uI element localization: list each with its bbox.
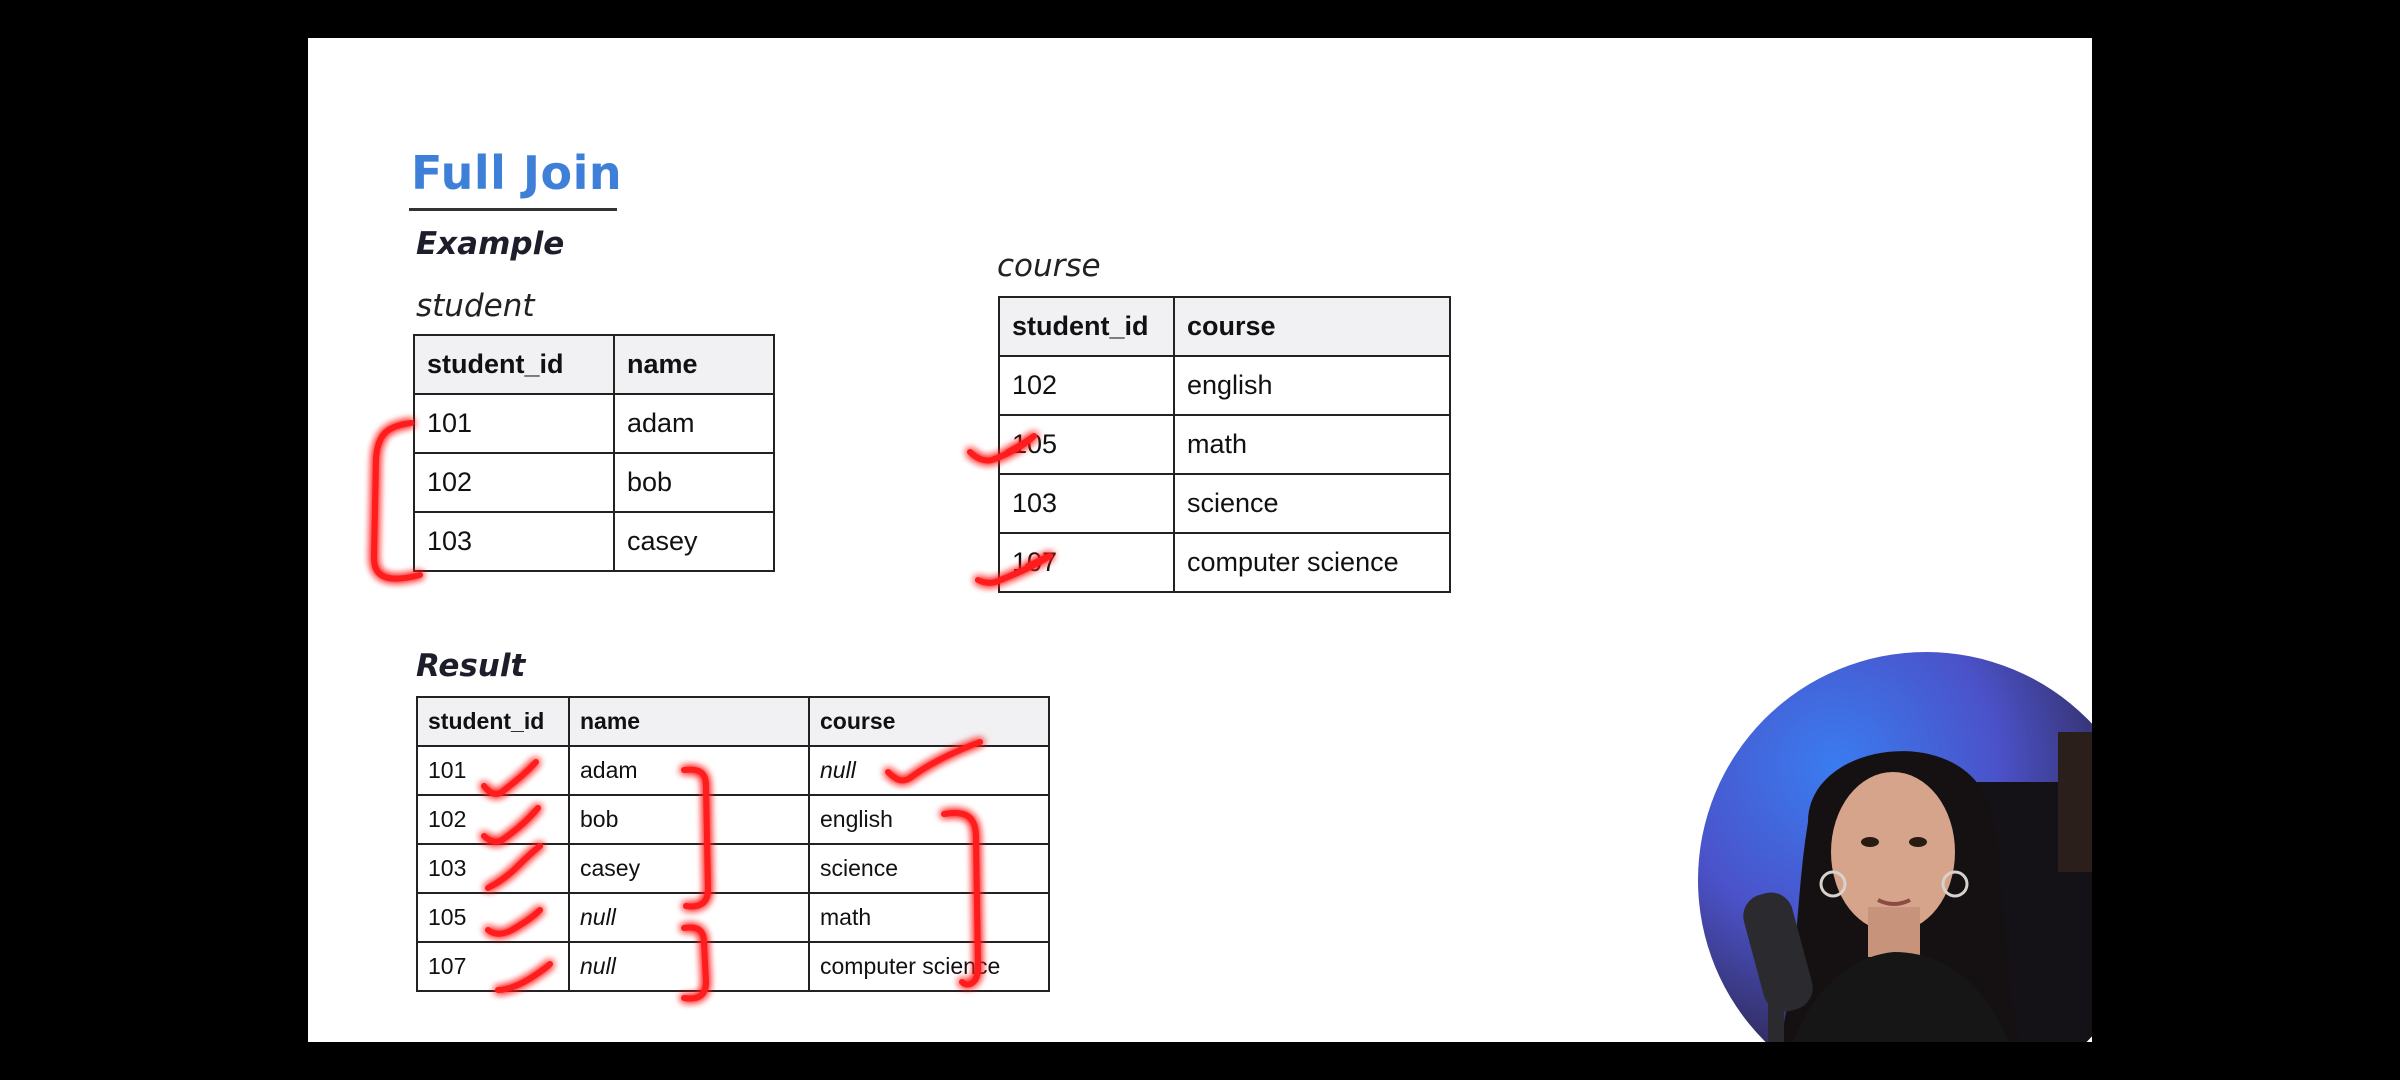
cell-name: bob [568, 794, 810, 845]
cell-name-null: null [568, 941, 810, 992]
cell-student-id: 103 [413, 511, 615, 572]
cell-name: casey [613, 511, 775, 572]
student-table-label: student [416, 288, 535, 324]
cell-course: computer science [808, 941, 1050, 992]
column-header: name [613, 334, 775, 395]
table-row: 105 math [998, 414, 1451, 475]
cell-course: english [808, 794, 1050, 845]
cell-student-id: 102 [416, 794, 570, 845]
table-row: 107 null computer science [416, 941, 1050, 992]
table-row: 101 adam null [416, 745, 1050, 796]
column-header: name [568, 696, 810, 747]
slide-canvas: Full Join Example student course Result … [308, 38, 2092, 1042]
presenter-illustration [1743, 732, 2092, 1042]
table-row: 101 adam [413, 393, 775, 454]
column-header: course [1173, 296, 1451, 357]
table-row: 102 english [998, 355, 1451, 416]
slide-title: Full Join [411, 146, 623, 200]
table-row: 103 casey [413, 511, 775, 572]
result-label: Result [416, 648, 526, 684]
table-row: 107 computer science [998, 532, 1451, 593]
column-header: student_id [416, 696, 570, 747]
cell-name: adam [568, 745, 810, 796]
cell-course: english [1173, 355, 1451, 416]
course-table: student_id course 102 english 105 math 1… [998, 296, 1451, 593]
column-header: student_id [413, 334, 615, 395]
cell-student-id: 107 [998, 532, 1175, 593]
cell-name-null: null [568, 892, 810, 943]
cell-course: math [808, 892, 1050, 943]
cell-course: science [808, 843, 1050, 894]
cell-course: math [1173, 414, 1451, 475]
table-row: 102 bob [413, 452, 775, 513]
cell-course-null: null [808, 745, 1050, 796]
cell-student-id: 102 [413, 452, 615, 513]
cell-student-id: 105 [998, 414, 1175, 475]
cell-student-id: 107 [416, 941, 570, 992]
result-table: student_id name course 101 adam null 102… [416, 696, 1050, 992]
cell-student-id: 101 [413, 393, 615, 454]
cell-student-id: 103 [416, 843, 570, 894]
table-header-row: student_id course [998, 296, 1451, 357]
table-row: 103 casey science [416, 843, 1050, 894]
student-table: student_id name 101 adam 102 bob 103 cas… [413, 334, 775, 572]
column-header: student_id [998, 296, 1175, 357]
cell-student-id: 102 [998, 355, 1175, 416]
cell-student-id: 103 [998, 473, 1175, 534]
table-row: 103 science [998, 473, 1451, 534]
example-label: Example [416, 226, 565, 262]
cell-course: computer science [1173, 532, 1451, 593]
table-row: 105 null math [416, 892, 1050, 943]
table-header-row: student_id name [413, 334, 775, 395]
presenter-webcam [1698, 652, 2092, 1042]
cell-course: science [1173, 473, 1451, 534]
table-row: 102 bob english [416, 794, 1050, 845]
cell-student-id: 101 [416, 745, 570, 796]
course-table-label: course [997, 248, 1101, 284]
table-header-row: student_id name course [416, 696, 1050, 747]
cell-name: casey [568, 843, 810, 894]
column-header: course [808, 696, 1050, 747]
cell-name: adam [613, 393, 775, 454]
title-underline [409, 208, 617, 211]
cell-student-id: 105 [416, 892, 570, 943]
cell-name: bob [613, 452, 775, 513]
